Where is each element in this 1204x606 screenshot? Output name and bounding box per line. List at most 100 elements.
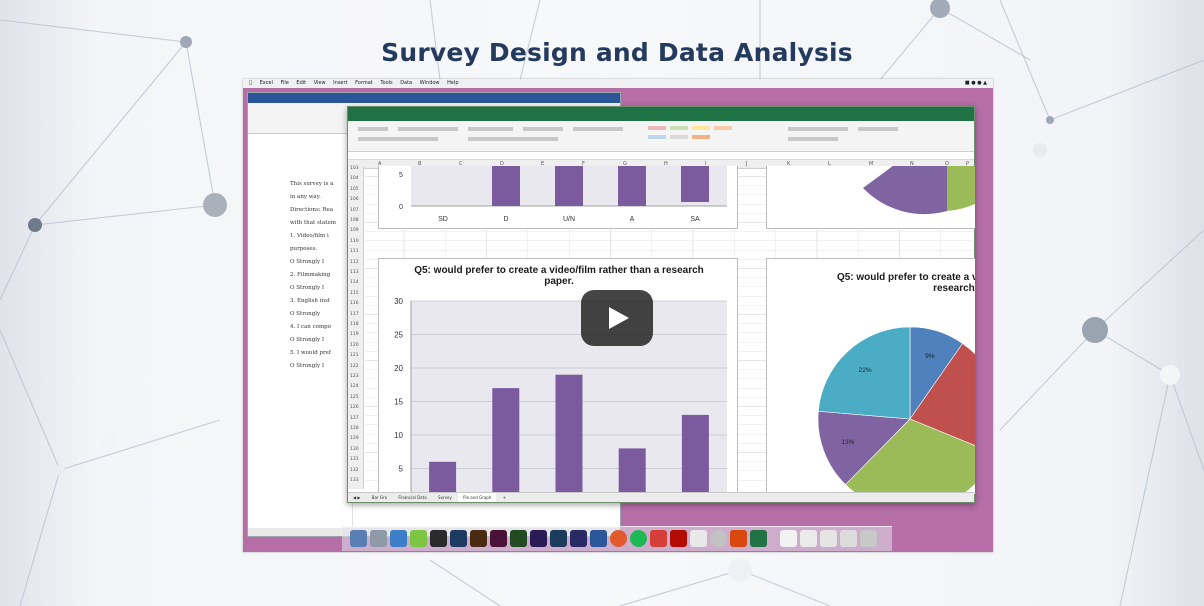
row-header[interactable]: 115 — [350, 291, 359, 296]
row-header[interactable]: 108 — [350, 218, 359, 223]
row-header[interactable]: 103 — [350, 166, 359, 171]
doc-line: O Strongly I — [290, 259, 325, 265]
doc-line: 5. I would pref — [290, 350, 331, 356]
row-header[interactable]: 125 — [350, 395, 359, 400]
row-header[interactable]: 113 — [350, 270, 359, 275]
row-header[interactable]: 117 — [350, 312, 359, 317]
menu-item[interactable]: Tools — [380, 80, 392, 86]
document-icon[interactable] — [800, 530, 817, 547]
row-header[interactable]: 104 — [350, 176, 359, 181]
illustrator-icon[interactable] — [470, 530, 487, 547]
row-header[interactable]: 133 — [350, 478, 359, 483]
word-document-text: This survey is a in any way. Directions:… — [290, 181, 350, 376]
excel-icon[interactable] — [750, 530, 767, 547]
add-sheet-icon[interactable]: + — [498, 493, 511, 502]
row-header[interactable]: 120 — [350, 343, 359, 348]
formula-bar[interactable] — [348, 152, 974, 160]
app-icon[interactable] — [650, 530, 667, 547]
menu-item[interactable]: Edit — [296, 80, 306, 86]
document-icon[interactable] — [840, 530, 857, 547]
x-tick-label: SD — [438, 216, 448, 223]
q5-bar-chart[interactable]: Q5: would prefer to create a video/film … — [378, 258, 738, 494]
chart-top-bar[interactable]: 5 0 SD D U/N A SA — [378, 166, 738, 229]
menu-item[interactable]: Insert — [333, 80, 347, 86]
premiere-icon[interactable] — [530, 530, 547, 547]
row-header[interactable]: 109 — [350, 228, 359, 233]
launchpad-icon[interactable] — [370, 530, 387, 547]
menu-item[interactable]: View — [314, 80, 326, 86]
row-header[interactable]: 123 — [350, 374, 359, 379]
row-header[interactable]: 111 — [350, 249, 359, 254]
row-header[interactable]: 110 — [350, 239, 359, 244]
spotify-icon[interactable] — [630, 530, 647, 547]
menu-item[interactable]: File — [280, 80, 288, 86]
indesign-icon[interactable] — [490, 530, 507, 547]
row-header[interactable]: 130 — [350, 447, 359, 452]
word-title-bar[interactable] — [248, 93, 620, 103]
excel-window[interactable]: A B C D E F G H I J K L M N O P 103 104 10… — [347, 106, 975, 503]
bar — [555, 166, 583, 206]
sheet-tab-active[interactable]: Pie and Graph — [458, 493, 497, 502]
menu-item[interactable]: Format — [355, 80, 373, 86]
finder-icon[interactable] — [350, 530, 367, 547]
row-header[interactable]: 107 — [350, 208, 359, 213]
word-icon[interactable] — [590, 530, 607, 547]
acrobat-icon[interactable] — [570, 530, 587, 547]
y-tick-label: 30 — [394, 297, 403, 306]
menu-item[interactable]: Excel — [260, 80, 273, 86]
bar — [618, 166, 646, 206]
app-icon[interactable] — [410, 530, 427, 547]
row-header[interactable]: 122 — [350, 364, 359, 369]
sheet-tab[interactable]: Survey — [433, 493, 457, 502]
doc-line: O Strongly — [290, 311, 321, 317]
app-icon[interactable] — [730, 530, 747, 547]
safari-icon[interactable] — [390, 530, 407, 547]
app-icon[interactable] — [690, 530, 707, 547]
acrobat-reader-icon[interactable] — [670, 530, 687, 547]
row-header[interactable]: 112 — [350, 260, 359, 265]
menu-item[interactable]: Data — [400, 80, 412, 86]
excel-ribbon[interactable] — [348, 121, 974, 152]
photoshop-icon[interactable] — [450, 530, 467, 547]
row-header[interactable]: 121 — [350, 353, 359, 358]
chrome-icon[interactable] — [610, 530, 627, 547]
y-tick-label: 5 — [399, 172, 403, 179]
row-header[interactable]: 106 — [350, 197, 359, 202]
row-header[interactable]: 118 — [350, 322, 359, 327]
row-header[interactable]: 126 — [350, 405, 359, 410]
chart-top-pie[interactable] — [766, 166, 975, 229]
excel-title-bar[interactable] — [348, 107, 974, 115]
sheet-nav-icon[interactable]: ◀ ▶ — [348, 493, 365, 502]
doc-line: purposes. — [290, 246, 318, 252]
dreamweaver-icon[interactable] — [510, 530, 527, 547]
bar — [555, 374, 583, 494]
sheet-tab[interactable]: Bar Gra — [367, 493, 392, 502]
menu-item[interactable]: Help — [447, 80, 458, 86]
itunes-icon[interactable] — [710, 530, 727, 547]
trash-icon[interactable] — [860, 530, 877, 547]
mac-menu-bar:  Excel File Edit View Insert Format Too… — [243, 79, 993, 88]
row-header[interactable]: 114 — [350, 280, 359, 285]
document-icon[interactable] — [820, 530, 837, 547]
row-header[interactable]: 116 — [350, 301, 359, 306]
pie-chart-plot: 9% 13% 22% — [817, 326, 975, 494]
row-header[interactable]: 119 — [350, 332, 359, 337]
row-header[interactable]: 129 — [350, 436, 359, 441]
row-header[interactable]: 131 — [350, 457, 359, 462]
x-tick-label: SA — [690, 216, 700, 223]
row-header[interactable]: 105 — [350, 187, 359, 192]
apple-icon[interactable]:  — [249, 80, 252, 86]
lightroom-icon[interactable] — [550, 530, 567, 547]
row-header[interactable]: 127 — [350, 416, 359, 421]
row-header[interactable]: 132 — [350, 468, 359, 473]
play-button[interactable] — [581, 290, 653, 346]
y-tick-label: 10 — [394, 431, 403, 440]
bar — [429, 461, 457, 494]
row-header[interactable]: 124 — [350, 384, 359, 389]
menu-item[interactable]: Window — [420, 80, 440, 86]
bridge-icon[interactable] — [430, 530, 447, 547]
row-header[interactable]: 128 — [350, 426, 359, 431]
document-icon[interactable] — [780, 530, 797, 547]
sheet-tab[interactable]: Financial Data — [393, 493, 431, 502]
q5-pie-chart[interactable]: Q5: would prefer to create a video/fi re… — [766, 258, 975, 494]
